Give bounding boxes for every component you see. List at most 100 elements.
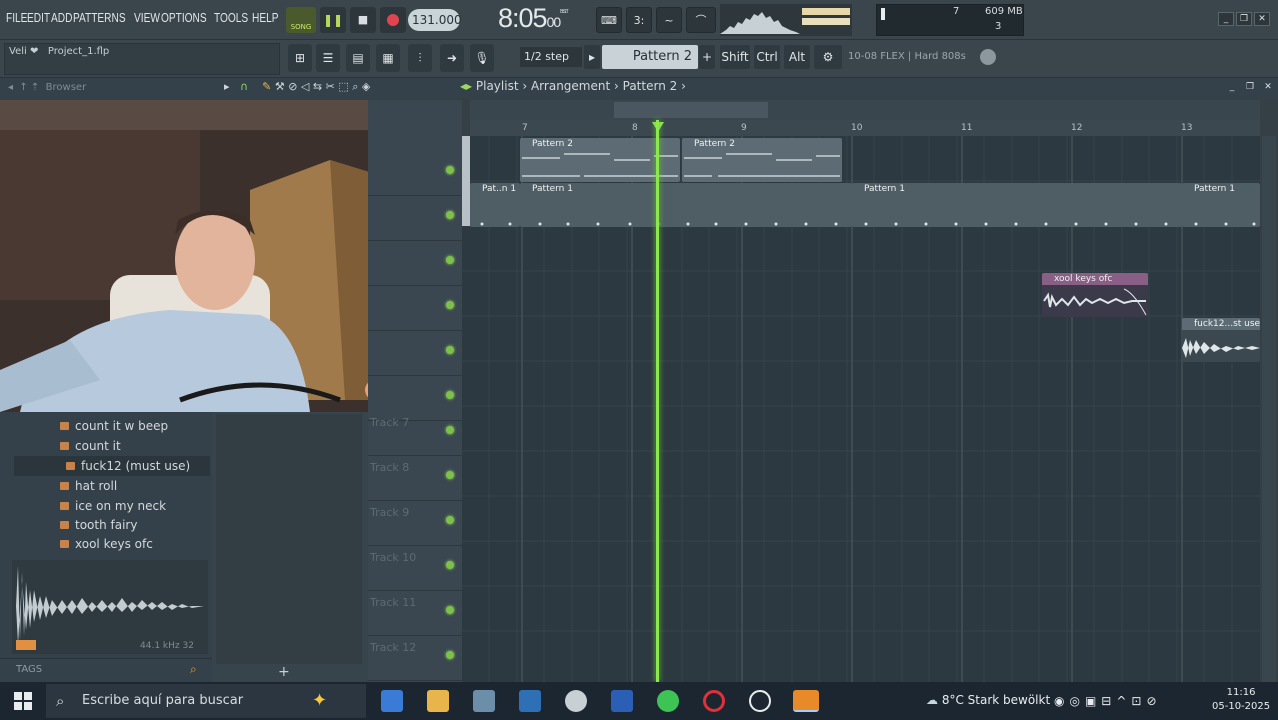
playlist-minimize-icon[interactable]: _ <box>1224 82 1240 94</box>
taskbar-clock[interactable]: 11:16 05-10-2025 <box>1212 686 1270 714</box>
playback-icon[interactable]: ◈ <box>362 80 370 93</box>
track-led-icon[interactable] <box>446 651 454 659</box>
camera-icon[interactable] <box>473 690 495 712</box>
fl-studio-icon[interactable] <box>793 690 819 712</box>
track-header[interactable] <box>368 287 462 331</box>
ctrl-key-button[interactable]: Ctrl <box>754 45 780 69</box>
weather-widget[interactable]: ☁ 8°C Stark bewölkt <box>926 693 1050 707</box>
playhead-line[interactable] <box>656 120 659 682</box>
arrow-icon[interactable]: ➜ <box>440 44 464 72</box>
track-led-icon[interactable] <box>446 391 454 399</box>
store-icon[interactable] <box>381 690 403 712</box>
menu-edit[interactable]: EDIT <box>27 10 50 25</box>
app-icon[interactable] <box>565 690 587 712</box>
menu-patterns[interactable]: PATTERNS <box>73 10 126 25</box>
brush-icon[interactable]: ⚒ <box>275 80 285 93</box>
delete-icon[interactable]: ⊘ <box>288 80 297 93</box>
word-icon[interactable] <box>611 690 633 712</box>
track-header[interactable] <box>368 152 462 196</box>
close-icon[interactable]: ✕ <box>1254 12 1270 26</box>
snap-step-select[interactable]: 1/2 step <box>520 47 582 67</box>
opera-icon[interactable] <box>703 690 725 712</box>
track-led-icon[interactable] <box>446 606 454 614</box>
track-led-icon[interactable] <box>446 211 454 219</box>
slice-icon[interactable]: ✂ <box>326 80 335 93</box>
breadcrumb-arrangement[interactable]: Arrangement <box>531 79 610 93</box>
timeline-ruler[interactable]: 7 8 9 10 11 12 13 <box>470 120 1260 136</box>
file-explorer-icon[interactable] <box>427 690 449 712</box>
browser-item-selected[interactable]: fuck12 (must use) <box>14 456 210 476</box>
system-tray-icons[interactable]: ◉◎▣⊟^⊡⊘ <box>1054 694 1162 708</box>
overview-window[interactable] <box>614 102 768 118</box>
track-led-icon[interactable] <box>446 516 454 524</box>
pattern-prev-icon[interactable]: ▸ <box>584 45 600 69</box>
select-icon[interactable]: ⬚ <box>338 80 348 93</box>
browser-item[interactable]: count it <box>60 436 121 456</box>
pattern-selector[interactable]: Pattern 2 <box>602 45 698 69</box>
channel-rack-icon[interactable]: ☰ <box>316 44 340 72</box>
obs-icon[interactable] <box>749 690 771 712</box>
vertical-scrollbar[interactable] <box>1262 136 1276 682</box>
track-header[interactable] <box>368 197 462 241</box>
piano-roll-icon[interactable]: ▤ <box>346 44 370 72</box>
browser-item[interactable]: xool keys ofc <box>60 534 153 554</box>
microphone-icon[interactable]: 🎙 <box>470 44 494 72</box>
audio-clip[interactable]: fuck12...st use) <box>1182 318 1260 362</box>
song-mode-button[interactable]: SONG <box>286 7 316 33</box>
metronome-icon[interactable]: ⌒ <box>686 7 716 33</box>
taskbar-search-input[interactable]: ⌕ Escribe aquí para buscar ✦ <box>46 684 366 718</box>
tempo-display[interactable]: 131.000 <box>408 9 462 31</box>
countdown-icon[interactable]: 3: <box>626 7 652 33</box>
track-led-icon[interactable] <box>446 346 454 354</box>
add-pattern-icon[interactable]: + <box>699 45 715 69</box>
track-led-icon[interactable] <box>446 301 454 309</box>
menu-add[interactable]: ADD <box>51 10 72 25</box>
menu-view[interactable]: VIEW <box>134 10 160 25</box>
stop-button[interactable]: ■ <box>350 7 376 33</box>
breadcrumb-pattern[interactable]: Pattern 2 <box>623 79 678 93</box>
calculator-icon[interactable] <box>519 690 541 712</box>
magnet-icon[interactable]: ∩ <box>240 80 248 93</box>
menu-file[interactable]: FILE <box>6 10 27 25</box>
track-header[interactable] <box>368 332 462 376</box>
audio-clip[interactable]: xool keys ofc <box>1042 273 1148 317</box>
playlist-overview[interactable] <box>470 100 1260 120</box>
mixer-icon[interactable]: ⫶ <box>408 44 432 72</box>
track-header[interactable]: Track 9 <box>368 502 462 546</box>
pause-button[interactable]: ❚❚ <box>320 7 346 33</box>
track-header[interactable]: Track 12 <box>368 637 462 681</box>
add-icon[interactable]: + <box>278 664 290 680</box>
track-header[interactable]: Track 11 <box>368 592 462 636</box>
track-header[interactable]: Track 10 <box>368 547 462 591</box>
minimize-icon[interactable]: _ <box>1218 12 1234 26</box>
shift-key-button[interactable]: Shift <box>720 45 750 69</box>
typing-keyboard-icon[interactable]: ⌨ <box>596 7 622 33</box>
playlist-close-icon[interactable]: ✕ <box>1260 82 1276 94</box>
gear-icon[interactable]: ⚙ <box>814 45 842 69</box>
alt-key-button[interactable]: Alt <box>784 45 810 69</box>
pattern-clip[interactable]: Pattern 2 <box>682 138 842 182</box>
whatsapp-icon[interactable] <box>657 690 679 712</box>
slip-icon[interactable]: ⇆ <box>313 80 322 93</box>
track-header[interactable]: Track 7 <box>368 412 462 456</box>
browser-item[interactable]: hat roll <box>60 476 117 496</box>
track-led-icon[interactable] <box>446 471 454 479</box>
browser-item[interactable]: ice on my neck <box>60 496 166 516</box>
menu-options[interactable]: OPTIONS <box>161 10 207 25</box>
record-button[interactable] <box>380 7 406 33</box>
pencil-icon[interactable]: ✎ <box>262 80 271 93</box>
zoom-icon[interactable]: ⌕ <box>352 80 358 93</box>
mute-icon[interactable]: ◁ <box>301 80 309 93</box>
browser-item[interactable]: count it w beep <box>60 416 168 436</box>
blend-notes-icon[interactable]: ~ <box>656 7 682 33</box>
restore-icon[interactable]: ❐ <box>1236 12 1252 26</box>
track-header[interactable] <box>368 242 462 286</box>
windows-start-icon[interactable] <box>14 692 32 710</box>
play-arrow-icon[interactable]: ▸ <box>224 80 230 93</box>
globe-icon[interactable] <box>980 49 996 65</box>
track-led-icon[interactable] <box>446 561 454 569</box>
track-led-icon[interactable] <box>446 426 454 434</box>
breadcrumb-playlist[interactable]: Playlist <box>476 79 519 93</box>
menu-tools[interactable]: TOOLS <box>214 10 248 25</box>
track-header[interactable]: Track 8 <box>368 457 462 501</box>
